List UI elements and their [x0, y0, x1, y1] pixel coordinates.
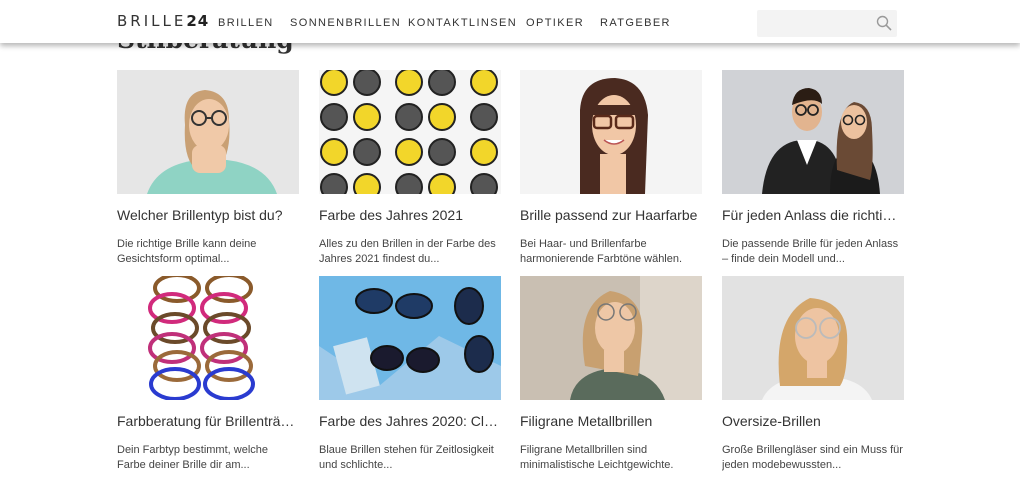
card-title[interactable]: Brille passend zur Haarfarbe — [520, 206, 702, 224]
logo-text: BRILLE — [117, 12, 187, 30]
card-title[interactable]: Filigrane Metallbrillen — [520, 412, 702, 430]
card-image-blue-sunglasses[interactable] — [319, 276, 501, 400]
article-card[interactable]: Für jeden Anlass die richtige Brille Die… — [722, 70, 904, 267]
nav-item-sonnenbrillen[interactable]: SONNENBRILLEN — [290, 17, 401, 29]
card-image-colorful-glasses[interactable] — [117, 276, 299, 400]
article-card[interactable]: Filigrane Metallbrillen Filigrane Metall… — [520, 276, 702, 473]
card-description: Die passende Brille für jeden Anlass – f… — [722, 238, 899, 265]
search-icon[interactable] — [876, 15, 892, 31]
article-card[interactable]: Welcher Brillentyp bist du? Die richtige… — [117, 70, 299, 267]
card-title[interactable]: Für jeden Anlass die richtige Brille — [722, 206, 904, 224]
site-header: BRILLE 24 BRILLEN SONNENBRILLEN KONTAKTL… — [0, 0, 1020, 43]
search-box — [757, 10, 897, 37]
card-image-thinking-woman[interactable] — [117, 70, 299, 194]
card-description: Filigrane Metallbrillen sind minimalisti… — [520, 444, 674, 471]
search-input[interactable] — [757, 10, 869, 37]
card-title[interactable]: Welcher Brillentyp bist du? — [117, 206, 299, 224]
card-image-couple[interactable] — [722, 70, 904, 194]
card-image-yellow-sunglasses[interactable] — [319, 70, 501, 194]
card-description: Alles zu den Brillen in der Farbe des Ja… — [319, 238, 496, 265]
card-title[interactable]: Farbberatung für Brillenträger — [117, 412, 299, 430]
card-image-smiling-woman-glasses[interactable] — [520, 70, 702, 194]
card-description: Große Brillengläser sind ein Muss für je… — [722, 444, 903, 471]
card-title[interactable]: Farbe des Jahres 2021 — [319, 206, 501, 224]
article-card[interactable]: Brille passend zur Haarfarbe Bei Haar- u… — [520, 70, 702, 267]
card-description: Die richtige Brille kann deine Gesichtsf… — [117, 238, 257, 265]
nav-item-brillen[interactable]: BRILLEN — [218, 17, 274, 29]
card-title[interactable]: Farbe des Jahres 2020: Classic Blue — [319, 412, 501, 430]
card-image-woman-metal-glasses[interactable] — [520, 276, 702, 400]
article-card[interactable]: Farbe des Jahres 2020: Classic Blue Blau… — [319, 276, 501, 473]
article-card[interactable]: Farbe des Jahres 2021 Alles zu den Brill… — [319, 70, 501, 267]
card-description: Bei Haar- und Brillenfarbe harmonierende… — [520, 238, 683, 265]
card-title[interactable]: Oversize-Brillen — [722, 412, 904, 430]
nav-item-optiker[interactable]: OPTIKER — [526, 17, 584, 29]
article-card[interactable]: Oversize-Brillen Große Brillengläser sin… — [722, 276, 904, 473]
logo[interactable]: BRILLE 24 — [117, 12, 209, 30]
nav-item-ratgeber[interactable]: RATGEBER — [600, 17, 671, 29]
card-image-woman-oversize-glasses[interactable] — [722, 276, 904, 400]
card-description: Blaue Brillen stehen für Zeitlosigkeit u… — [319, 444, 494, 471]
article-card[interactable]: Farbberatung für Brillenträger Dein Farb… — [117, 276, 299, 473]
card-description: Dein Farbtyp bestimmt, welche Farbe dein… — [117, 444, 268, 471]
nav-item-kontaktlinsen[interactable]: KONTAKTLINSEN — [408, 17, 517, 29]
logo-number: 24 — [186, 12, 210, 30]
